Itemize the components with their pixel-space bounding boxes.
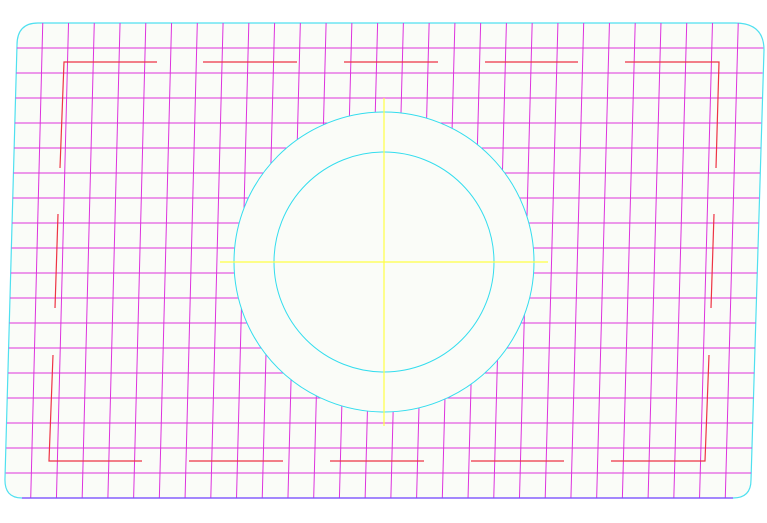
test-pattern-canvas xyxy=(0,0,767,523)
test-pattern-graphic xyxy=(4,22,765,499)
